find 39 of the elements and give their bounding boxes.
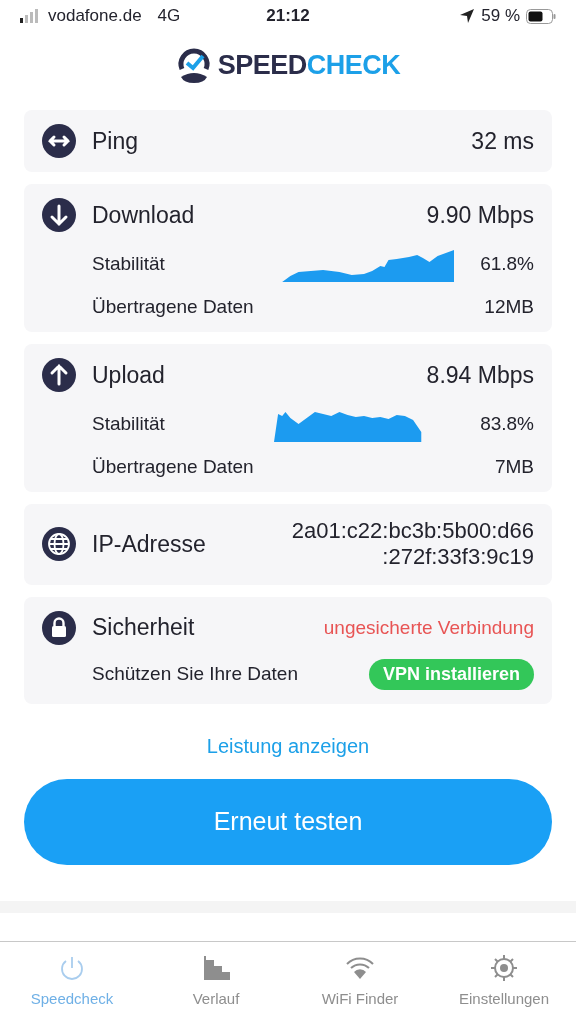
card-value: 8.94 Mbps: [426, 361, 534, 389]
logo-icon: [175, 47, 212, 83]
arrows-icon: [42, 124, 76, 158]
card-title: Download: [92, 201, 196, 229]
data-value: 12MB: [483, 296, 534, 318]
stability-value: 83.8%: [479, 413, 534, 435]
tab[interactable]: Verlauf: [144, 941, 288, 1018]
globe-icon: [42, 527, 76, 562]
data-value: 7MB: [493, 456, 534, 478]
vpn-button[interactable]: VPN installieren: [368, 658, 534, 690]
carrier-name: vodafone.de: [48, 6, 142, 26]
lock-icon: [42, 610, 76, 645]
logo-text: SPEED: [217, 49, 307, 81]
hint-text: Schützen Sie Ihre Daten: [92, 663, 299, 686]
card-title: Sicherheit: [92, 614, 196, 642]
card-title: Ping: [92, 127, 140, 155]
stability-value: 61.8%: [479, 253, 534, 275]
battery-icon: [526, 8, 556, 24]
data-label: Übertragene Daten: [92, 296, 255, 318]
stability-label: Stabilität: [92, 253, 166, 275]
performance-link[interactable]: Leistung anzeigen: [200, 733, 376, 759]
tab[interactable]: WiFi Finder: [288, 941, 432, 1018]
ip-address: 2a01:c22:bc3b:5b00:d66 :272f:33f3:9c19: [291, 518, 534, 571]
data-label: Übertragene Daten: [92, 456, 255, 478]
card-value: 9.90 Mbps: [426, 201, 534, 229]
clock-time: 21:12: [266, 6, 310, 25]
stability-label: Stabilität: [92, 413, 166, 435]
card-value: 32 ms: [471, 127, 534, 155]
card-title: IP-Adresse: [92, 530, 207, 558]
security-status: ungesicherte Verbindung: [323, 616, 534, 639]
location-icon: [459, 8, 476, 24]
logo-text: CHECK: [306, 49, 401, 81]
card-title: Upload: [92, 361, 166, 389]
tab[interactable]: Speedcheck: [0, 941, 144, 1018]
battery-percent: 59 %: [481, 6, 520, 26]
tab[interactable]: Einstellungen: [432, 941, 576, 1018]
retest-button[interactable]: Erneut testen: [24, 778, 552, 865]
network-type: 4G: [157, 6, 181, 26]
signal-icon: [20, 9, 40, 23]
